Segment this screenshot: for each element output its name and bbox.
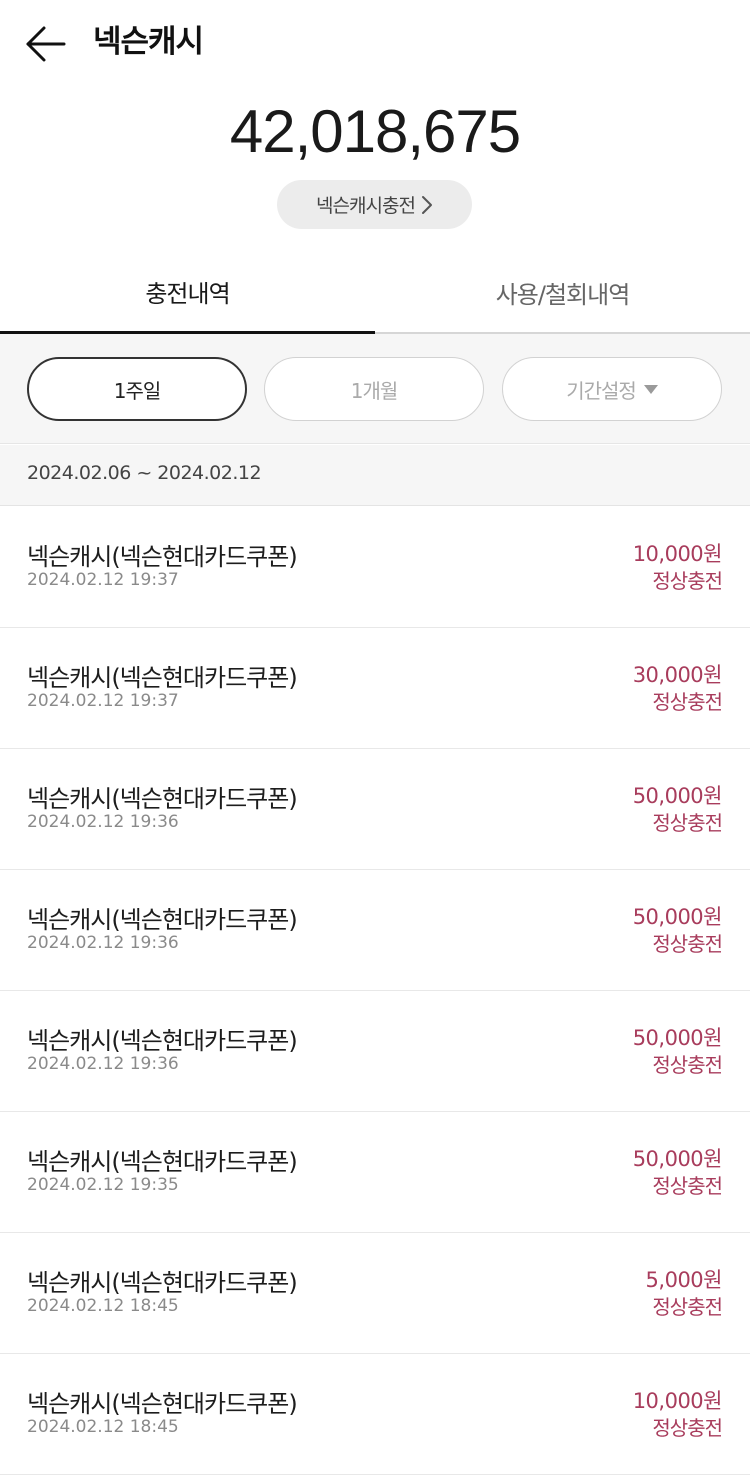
transaction-amount: 10,000원 (632, 1389, 723, 1413)
date-range-text: 2024.02.06 ~ 2024.02.12 (27, 462, 262, 484)
cash-balance: 42,018,675 (229, 98, 521, 165)
transaction-status: 정상충전 (652, 569, 723, 593)
page-title: 넥슨캐시 (93, 24, 204, 60)
charge-cash-button[interactable]: 넥슨캐시충전 (277, 180, 472, 229)
filter-custom-period[interactable]: 기간설정 (502, 357, 722, 421)
transaction-amount: 50,000원 (632, 905, 723, 929)
transaction-row: 넥슨캐시(넥슨현대카드쿠폰) 2024.02.12 19:35 50,000원 … (0, 1112, 750, 1233)
transaction-amount: 50,000원 (632, 1147, 723, 1171)
transaction-title: 넥슨캐시(넥슨현대카드쿠폰) (27, 1027, 298, 1055)
transaction-title: 넥슨캐시(넥슨현대카드쿠폰) (27, 1269, 298, 1297)
transaction-row: 넥슨캐시(넥슨현대카드쿠폰) 2024.02.12 18:45 5,000원 정… (0, 1233, 750, 1354)
transaction-datetime: 2024.02.12 18:45 (27, 1296, 179, 1316)
transaction-title: 넥슨캐시(넥슨현대카드쿠폰) (27, 1390, 298, 1418)
charge-cash-label: 넥슨캐시충전 (316, 195, 416, 217)
transaction-datetime: 2024.02.12 18:45 (27, 1417, 179, 1437)
transaction-datetime: 2024.02.12 19:36 (27, 812, 179, 832)
tab-charge-history[interactable]: 충전내역 (0, 252, 375, 334)
transaction-row: 넥슨캐시(넥슨현대카드쿠폰) 2024.02.12 18:45 10,000원 … (0, 1354, 750, 1475)
transaction-row: 넥슨캐시(넥슨현대카드쿠폰) 2024.02.12 19:37 10,000원 … (0, 507, 750, 628)
transaction-row: 넥슨캐시(넥슨현대카드쿠폰) 2024.02.12 19:36 50,000원 … (0, 749, 750, 870)
transaction-row: 넥슨캐시(넥슨현대카드쿠폰) 2024.02.12 19:37 30,000원 … (0, 628, 750, 749)
transaction-row: 넥슨캐시(넥슨현대카드쿠폰) 2024.02.12 19:36 50,000원 … (0, 870, 750, 991)
transaction-title: 넥슨캐시(넥슨현대카드쿠폰) (27, 1148, 298, 1176)
filter-1-week-label: 1주일 (113, 378, 162, 403)
filter-1-month[interactable]: 1개월 (264, 357, 484, 421)
transaction-datetime: 2024.02.12 19:37 (27, 570, 179, 590)
date-range-bar: 2024.02.06 ~ 2024.02.12 (0, 445, 750, 506)
transaction-list: 넥슨캐시(넥슨현대카드쿠폰) 2024.02.12 19:37 10,000원 … (0, 507, 750, 1475)
transaction-amount: 50,000원 (632, 784, 723, 808)
transaction-status: 정상충전 (652, 1053, 723, 1077)
chevron-right-icon (421, 195, 432, 214)
tab-usage-history[interactable]: 사용/철회내역 (375, 252, 750, 332)
caret-down-icon (643, 384, 658, 394)
transaction-status: 정상충전 (652, 690, 723, 714)
transaction-title: 넥슨캐시(넥슨현대카드쿠폰) (27, 664, 298, 692)
transaction-amount: 10,000원 (632, 542, 723, 566)
transaction-title: 넥슨캐시(넥슨현대카드쿠폰) (27, 785, 298, 813)
transaction-title: 넥슨캐시(넥슨현대카드쿠폰) (27, 543, 298, 571)
filter-1-month-label: 1개월 (350, 378, 399, 403)
period-filter-bar: 1주일 1개월 기간설정 (0, 334, 750, 444)
transaction-status: 정상충전 (652, 932, 723, 956)
transaction-title: 넥슨캐시(넥슨현대카드쿠폰) (27, 906, 298, 934)
app-header: 넥슨캐시 (0, 0, 750, 88)
filter-1-week[interactable]: 1주일 (27, 357, 247, 421)
transaction-status: 정상충전 (652, 1295, 723, 1319)
back-button[interactable] (22, 22, 70, 66)
arrow-left-icon (26, 26, 66, 62)
transaction-amount: 30,000원 (632, 663, 723, 687)
transaction-datetime: 2024.02.12 19:36 (27, 933, 179, 953)
transaction-row: 넥슨캐시(넥슨현대카드쿠폰) 2024.02.12 19:36 50,000원 … (0, 991, 750, 1112)
transaction-amount: 50,000원 (632, 1026, 723, 1050)
transaction-datetime: 2024.02.12 19:36 (27, 1054, 179, 1074)
history-tabs: 충전내역 사용/철회내역 (0, 252, 750, 334)
transaction-datetime: 2024.02.12 19:37 (27, 691, 179, 711)
transaction-amount: 5,000원 (645, 1268, 723, 1292)
transaction-status: 정상충전 (652, 1416, 723, 1440)
transaction-status: 정상충전 (652, 1174, 723, 1198)
transaction-datetime: 2024.02.12 19:35 (27, 1175, 179, 1195)
filter-custom-period-label: 기간설정 (566, 378, 637, 403)
transaction-status: 정상충전 (652, 811, 723, 835)
